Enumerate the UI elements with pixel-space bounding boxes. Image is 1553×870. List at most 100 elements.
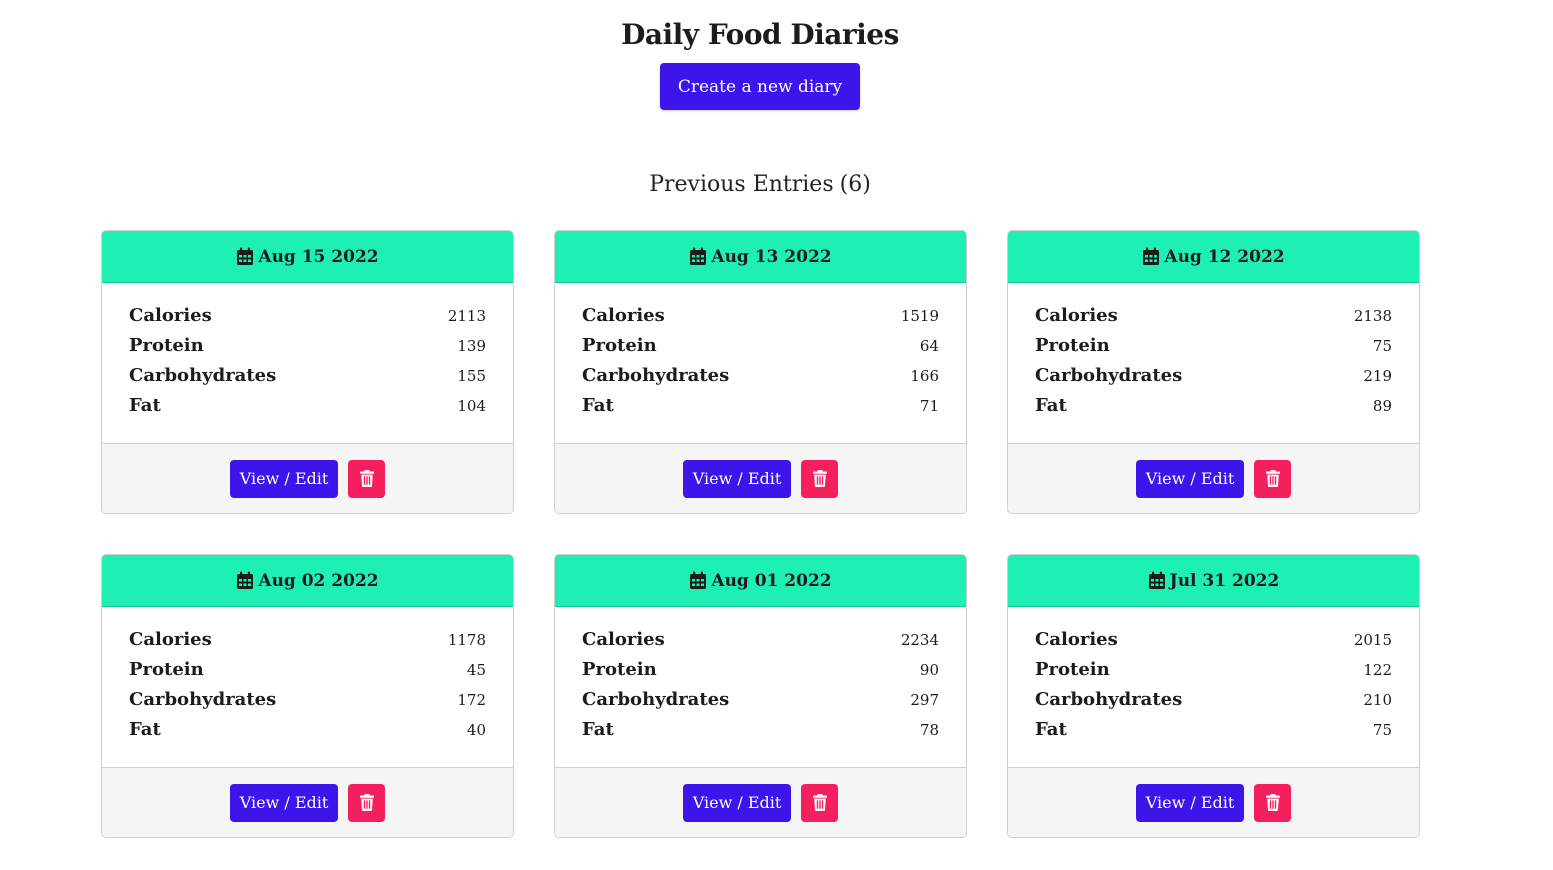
stat-value: 166: [910, 367, 939, 385]
diary-card: Aug 02 2022 Calories 1178 Protein 45 Carbo…: [101, 554, 514, 838]
stat-value: 2015: [1353, 631, 1392, 649]
stat-value: 90: [919, 661, 939, 679]
stat-value: 78: [919, 721, 939, 739]
stat-row-fat: Fat 40: [129, 719, 486, 749]
stat-value: 139: [457, 337, 486, 355]
stat-label: Protein: [582, 659, 657, 680]
stat-label: Protein: [582, 335, 657, 356]
page: Daily Food Diaries Create a new diary Pr…: [0, 0, 1553, 870]
delete-button[interactable]: [348, 459, 385, 498]
view-edit-button[interactable]: View / Edit: [683, 783, 791, 822]
card-date: Aug 15 2022: [258, 246, 379, 267]
stat-label: Carbohydrates: [582, 689, 730, 710]
stat-value: 71: [919, 397, 939, 415]
stat-value: 2138: [1353, 307, 1392, 325]
card-header: Aug 12 2022: [1008, 231, 1419, 283]
stat-row-carbohydrates: Carbohydrates 210: [1035, 689, 1392, 719]
calendar-icon: [237, 571, 254, 589]
delete-button[interactable]: [801, 459, 838, 498]
card-footer: View / Edit: [1008, 443, 1419, 513]
stat-value: 122: [1363, 661, 1392, 679]
card-body: Calories 2138 Protein 75 Carbohydrates 219 …: [1008, 283, 1419, 443]
diary-card: Jul 31 2022 Calories 2015 Protein 122 Carb…: [1007, 554, 1420, 838]
stat-row-calories: Calories 2015: [1035, 629, 1392, 659]
stat-row-protein: Protein 45: [129, 659, 486, 689]
view-edit-button[interactable]: View / Edit: [230, 783, 338, 822]
card-footer: View / Edit: [102, 767, 513, 837]
stat-row-protein: Protein 75: [1035, 335, 1392, 365]
stat-row-protein: Protein 90: [582, 659, 939, 689]
trash-icon: [812, 470, 827, 487]
stat-row-fat: Fat 78: [582, 719, 939, 749]
stat-label: Carbohydrates: [129, 689, 277, 710]
view-edit-button[interactable]: View / Edit: [1136, 459, 1244, 498]
delete-button[interactable]: [801, 783, 838, 822]
stat-row-protein: Protein 122: [1035, 659, 1392, 689]
diary-card: Aug 15 2022 Calories 2113 Protein 139 Carb…: [101, 230, 514, 514]
stat-label: Fat: [1035, 719, 1067, 740]
stat-value: 2113: [447, 307, 486, 325]
trash-icon: [1265, 470, 1280, 487]
stat-row-carbohydrates: Carbohydrates 172: [129, 689, 486, 719]
card-date: Aug 01 2022: [711, 570, 832, 591]
stat-row-carbohydrates: Carbohydrates 166: [582, 365, 939, 395]
calendar-icon: [237, 247, 254, 265]
stat-value: 1519: [900, 307, 939, 325]
view-edit-button[interactable]: View / Edit: [230, 459, 338, 498]
card-body: Calories 1178 Protein 45 Carbohydrates 172 …: [102, 607, 513, 767]
stat-row-fat: Fat 89: [1035, 395, 1392, 425]
card-header: Aug 15 2022: [102, 231, 513, 283]
calendar-icon: [1143, 247, 1160, 265]
stat-value: 2234: [900, 631, 939, 649]
stat-label: Calories: [129, 629, 212, 650]
stat-label: Protein: [1035, 659, 1110, 680]
diary-card: Aug 13 2022 Calories 1519 Protein 64 Carbo…: [554, 230, 967, 514]
stat-row-fat: Fat 71: [582, 395, 939, 425]
view-edit-button[interactable]: View / Edit: [1136, 783, 1244, 822]
stat-value: 172: [457, 691, 486, 709]
stat-label: Carbohydrates: [1035, 689, 1183, 710]
stat-row-carbohydrates: Carbohydrates 297: [582, 689, 939, 719]
entries-heading-label: Previous Entries: [649, 172, 834, 197]
diary-card: Aug 12 2022 Calories 2138 Protein 75 Carbo…: [1007, 230, 1420, 514]
stat-label: Calories: [129, 305, 212, 326]
stat-label: Calories: [1035, 629, 1118, 650]
calendar-icon: [690, 247, 707, 265]
delete-button[interactable]: [1254, 459, 1291, 498]
stat-row-carbohydrates: Carbohydrates 155: [129, 365, 486, 395]
entries-count: (6): [839, 172, 871, 197]
trash-icon: [812, 794, 827, 811]
stat-label: Fat: [1035, 395, 1067, 416]
card-body: Calories 2015 Protein 122 Carbohydrates 210…: [1008, 607, 1419, 767]
card-body: Calories 1519 Protein 64 Carbohydrates 166 …: [555, 283, 966, 443]
stat-label: Carbohydrates: [1035, 365, 1183, 386]
card-date: Aug 13 2022: [711, 246, 832, 267]
stat-value: 89: [1372, 397, 1392, 415]
stat-label: Calories: [582, 629, 665, 650]
stat-label: Protein: [129, 335, 204, 356]
stat-label: Fat: [129, 719, 161, 740]
card-body: Calories 2113 Protein 139 Carbohydrates 155…: [102, 283, 513, 443]
diary-card: Aug 01 2022 Calories 2234 Protein 90 Carbo…: [554, 554, 967, 838]
stat-label: Carbohydrates: [129, 365, 277, 386]
calendar-icon: [690, 571, 707, 589]
stat-label: Fat: [129, 395, 161, 416]
page-title: Daily Food Diaries: [621, 18, 899, 51]
stat-value: 45: [466, 661, 486, 679]
delete-button[interactable]: [348, 783, 385, 822]
stat-value: 1178: [447, 631, 486, 649]
entries-grid: Aug 15 2022 Calories 2113 Protein 139 Carb…: [101, 230, 1420, 838]
delete-button[interactable]: [1254, 783, 1291, 822]
stat-row-protein: Protein 64: [582, 335, 939, 365]
card-date: Aug 12 2022: [1164, 246, 1285, 267]
card-header: Jul 31 2022: [1008, 555, 1419, 607]
stat-label: Protein: [1035, 335, 1110, 356]
stat-row-carbohydrates: Carbohydrates 219: [1035, 365, 1392, 395]
stat-label: Fat: [582, 395, 614, 416]
card-footer: View / Edit: [1008, 767, 1419, 837]
trash-icon: [359, 794, 374, 811]
view-edit-button[interactable]: View / Edit: [683, 459, 791, 498]
stat-row-calories: Calories 2113: [129, 305, 486, 335]
create-diary-button[interactable]: Create a new diary: [660, 63, 860, 110]
card-footer: View / Edit: [555, 767, 966, 837]
